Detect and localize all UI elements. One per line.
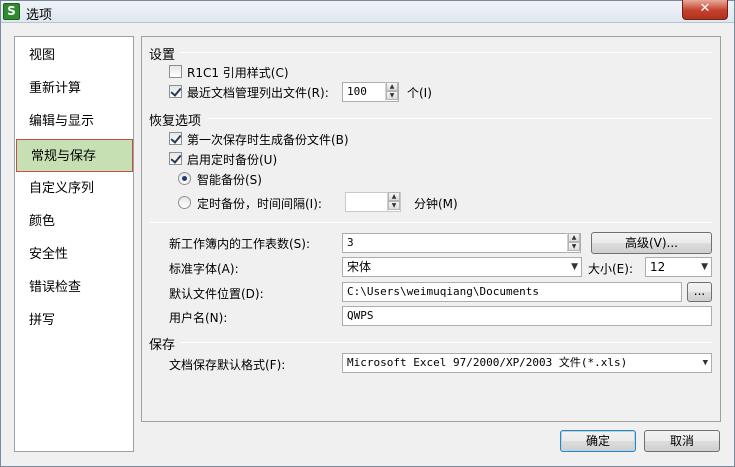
nav-item-general-save[interactable]: 常规与保存: [16, 139, 133, 172]
spin-down-icon[interactable]: ▼: [386, 91, 398, 100]
title-bar: S 选项 ✕: [1, 0, 734, 23]
nav-item-edit-display[interactable]: 编辑与显示: [15, 105, 133, 138]
default-path-label: 默认文件位置(D):: [169, 287, 264, 301]
backup-interval-spinner[interactable]: ▲ ▼: [387, 192, 400, 212]
nav-item-error-check[interactable]: 错误检查: [15, 271, 133, 304]
app-icon: S: [3, 3, 20, 20]
recent-files-spinner[interactable]: ▲ ▼: [385, 82, 398, 102]
nav-item-custom-lists[interactable]: 自定义序列: [15, 172, 133, 205]
font-size-label: 大小(E):: [588, 262, 633, 276]
default-format-select[interactable]: Microsoft Excel 97/2000/XP/2003 文件(*.xls…: [342, 353, 712, 373]
section-divider: [208, 118, 712, 119]
section-divider: [149, 222, 712, 223]
section-divider: [180, 342, 712, 343]
section-header-recovery: 恢复选项: [149, 114, 202, 129]
username-label: 用户名(N):: [169, 311, 228, 325]
section-header-save: 保存: [149, 338, 176, 353]
nav-item-color[interactable]: 颜色: [15, 205, 133, 238]
font-size-value: 12: [650, 260, 666, 274]
section-header-settings: 设置: [149, 48, 176, 63]
spin-up-icon[interactable]: ▲: [568, 233, 580, 242]
font-select[interactable]: 宋体 ▼: [342, 257, 582, 277]
recent-files-label: 最近文档管理列出文件(R):: [187, 86, 329, 100]
sheet-count-label: 新工作簿内的工作表数(S):: [169, 237, 311, 251]
interval-backup-radio[interactable]: [178, 196, 191, 209]
nav-item-view[interactable]: 视图: [15, 39, 133, 72]
smart-backup-label: 智能备份(S): [197, 173, 262, 187]
first-save-backup-checkbox[interactable]: [169, 132, 182, 145]
chevron-down-icon: ▼: [702, 358, 708, 368]
section-divider: [180, 52, 712, 53]
backup-interval-unit: 分钟(M): [414, 197, 458, 211]
interval-backup-label: 定时备份，时间间隔(I):: [197, 197, 322, 211]
spin-up-icon[interactable]: ▲: [386, 82, 398, 91]
recent-files-unit: 个(I): [407, 86, 432, 100]
dialog-title: 选项: [26, 8, 53, 23]
chevron-down-icon: ▼: [571, 262, 578, 272]
sheet-count-spinner[interactable]: ▲ ▼: [567, 233, 580, 253]
font-value: 宋体: [347, 260, 372, 274]
spin-down-icon[interactable]: ▼: [388, 201, 400, 210]
advanced-button[interactable]: 高级(V)...: [591, 232, 712, 254]
font-label: 标准字体(A):: [169, 262, 239, 276]
sheet-count-input[interactable]: 3: [342, 233, 581, 253]
options-category-list: 视图 重新计算 编辑与显示 常规与保存 自定义序列 颜色 安全性 错误检查 拼写: [14, 36, 134, 452]
smart-backup-radio[interactable]: [178, 172, 191, 185]
browse-button[interactable]: ...: [687, 282, 712, 302]
timed-backup-label: 启用定时备份(U): [187, 153, 278, 167]
default-format-label: 文档保存默认格式(F):: [169, 358, 286, 372]
spin-up-icon[interactable]: ▲: [388, 192, 400, 201]
recent-files-checkbox[interactable]: [169, 85, 182, 98]
settings-panel: 设置 R1C1 引用样式(C) 最近文档管理列出文件(R): 100 ▲ ▼ 个…: [141, 36, 721, 422]
r1c1-label: R1C1 引用样式(C): [187, 66, 289, 80]
options-dialog: S 选项 ✕ 视图 重新计算 编辑与显示 常规与保存 自定义序列 颜色 安全性 …: [0, 0, 735, 467]
username-input[interactable]: QWPS: [342, 306, 712, 326]
cancel-button[interactable]: 取消: [644, 430, 720, 452]
r1c1-checkbox[interactable]: [169, 65, 182, 78]
nav-item-recalculate[interactable]: 重新计算: [15, 72, 133, 105]
nav-item-security[interactable]: 安全性: [15, 238, 133, 271]
default-path-input[interactable]: C:\Users\weimuqiang\Documents: [342, 282, 682, 302]
first-save-backup-label: 第一次保存时生成备份文件(B): [187, 133, 349, 147]
spin-down-icon[interactable]: ▼: [568, 242, 580, 251]
ok-button[interactable]: 确定: [560, 430, 636, 452]
nav-item-spelling[interactable]: 拼写: [15, 304, 133, 337]
default-format-value: Microsoft Excel 97/2000/XP/2003 文件(*.xls…: [347, 356, 628, 369]
timed-backup-checkbox[interactable]: [169, 152, 182, 165]
close-button[interactable]: ✕: [682, 0, 728, 20]
font-size-select[interactable]: 12 ▼: [645, 257, 712, 277]
chevron-down-icon: ▼: [701, 262, 708, 272]
